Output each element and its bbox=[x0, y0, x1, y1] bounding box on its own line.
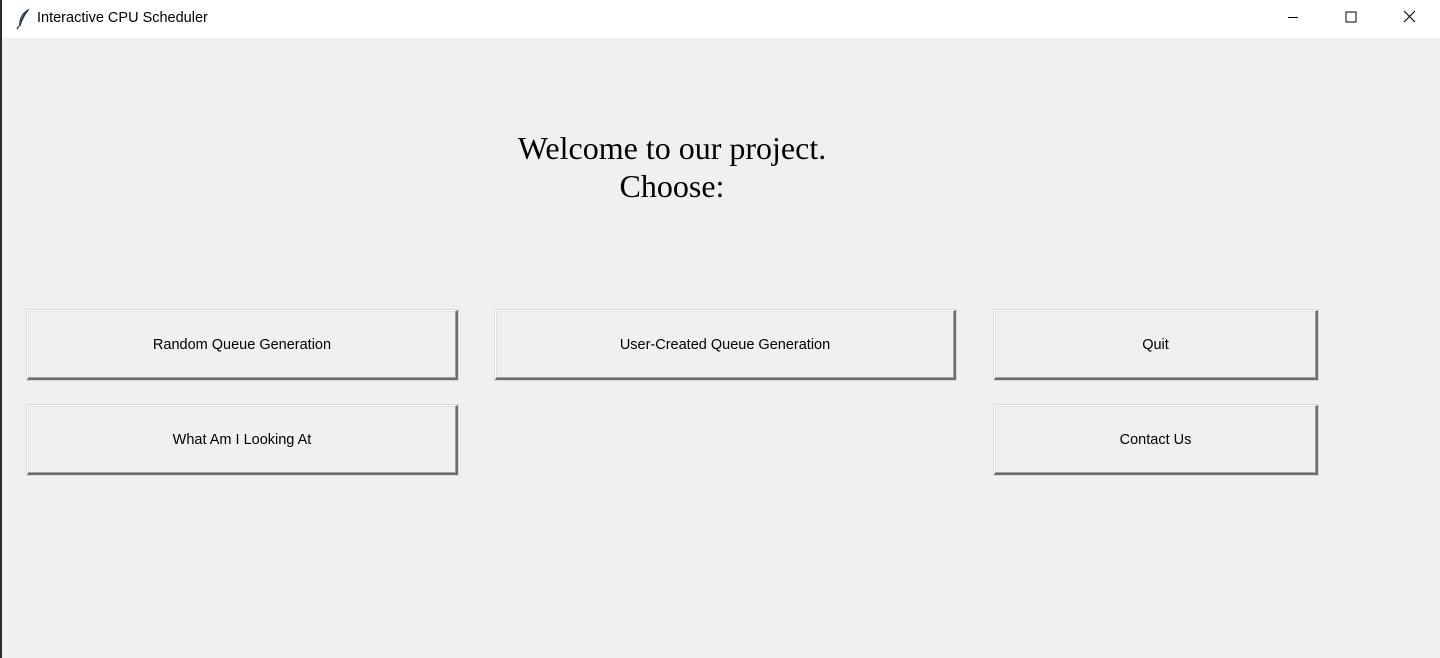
what-am-i-looking-at-button[interactable]: What Am I Looking At bbox=[26, 404, 459, 476]
maximize-button[interactable] bbox=[1322, 0, 1380, 37]
feather-icon bbox=[16, 8, 32, 30]
what-am-i-looking-at-label: What Am I Looking At bbox=[172, 431, 312, 448]
app-window: Interactive CPU Scheduler Welcome to our… bbox=[0, 0, 1440, 658]
minimize-button[interactable] bbox=[1264, 0, 1322, 37]
random-queue-button[interactable]: Random Queue Generation bbox=[26, 309, 459, 381]
random-queue-label: Random Queue Generation bbox=[152, 336, 332, 353]
quit-label: Quit bbox=[1142, 336, 1169, 353]
heading-line-choose: Choose: bbox=[619, 168, 725, 204]
quit-button[interactable]: Quit bbox=[993, 309, 1319, 381]
maximize-icon bbox=[1345, 10, 1357, 28]
close-icon bbox=[1403, 10, 1416, 28]
heading-line-welcome: Welcome to our project. bbox=[517, 130, 827, 166]
contact-us-label: Contact Us bbox=[1119, 431, 1192, 448]
user-created-queue-label: User-Created Queue Generation bbox=[619, 336, 831, 353]
close-button[interactable] bbox=[1380, 0, 1438, 37]
title-bar[interactable]: Interactive CPU Scheduler bbox=[2, 0, 1440, 38]
welcome-heading: Welcome to our project. Choose: bbox=[422, 129, 922, 205]
minimize-icon bbox=[1287, 10, 1299, 28]
main-content: Welcome to our project. Choose: Random Q… bbox=[2, 38, 1440, 658]
user-created-queue-button[interactable]: User-Created Queue Generation bbox=[494, 309, 957, 381]
contact-us-button[interactable]: Contact Us bbox=[993, 404, 1319, 476]
window-title: Interactive CPU Scheduler bbox=[37, 10, 208, 26]
